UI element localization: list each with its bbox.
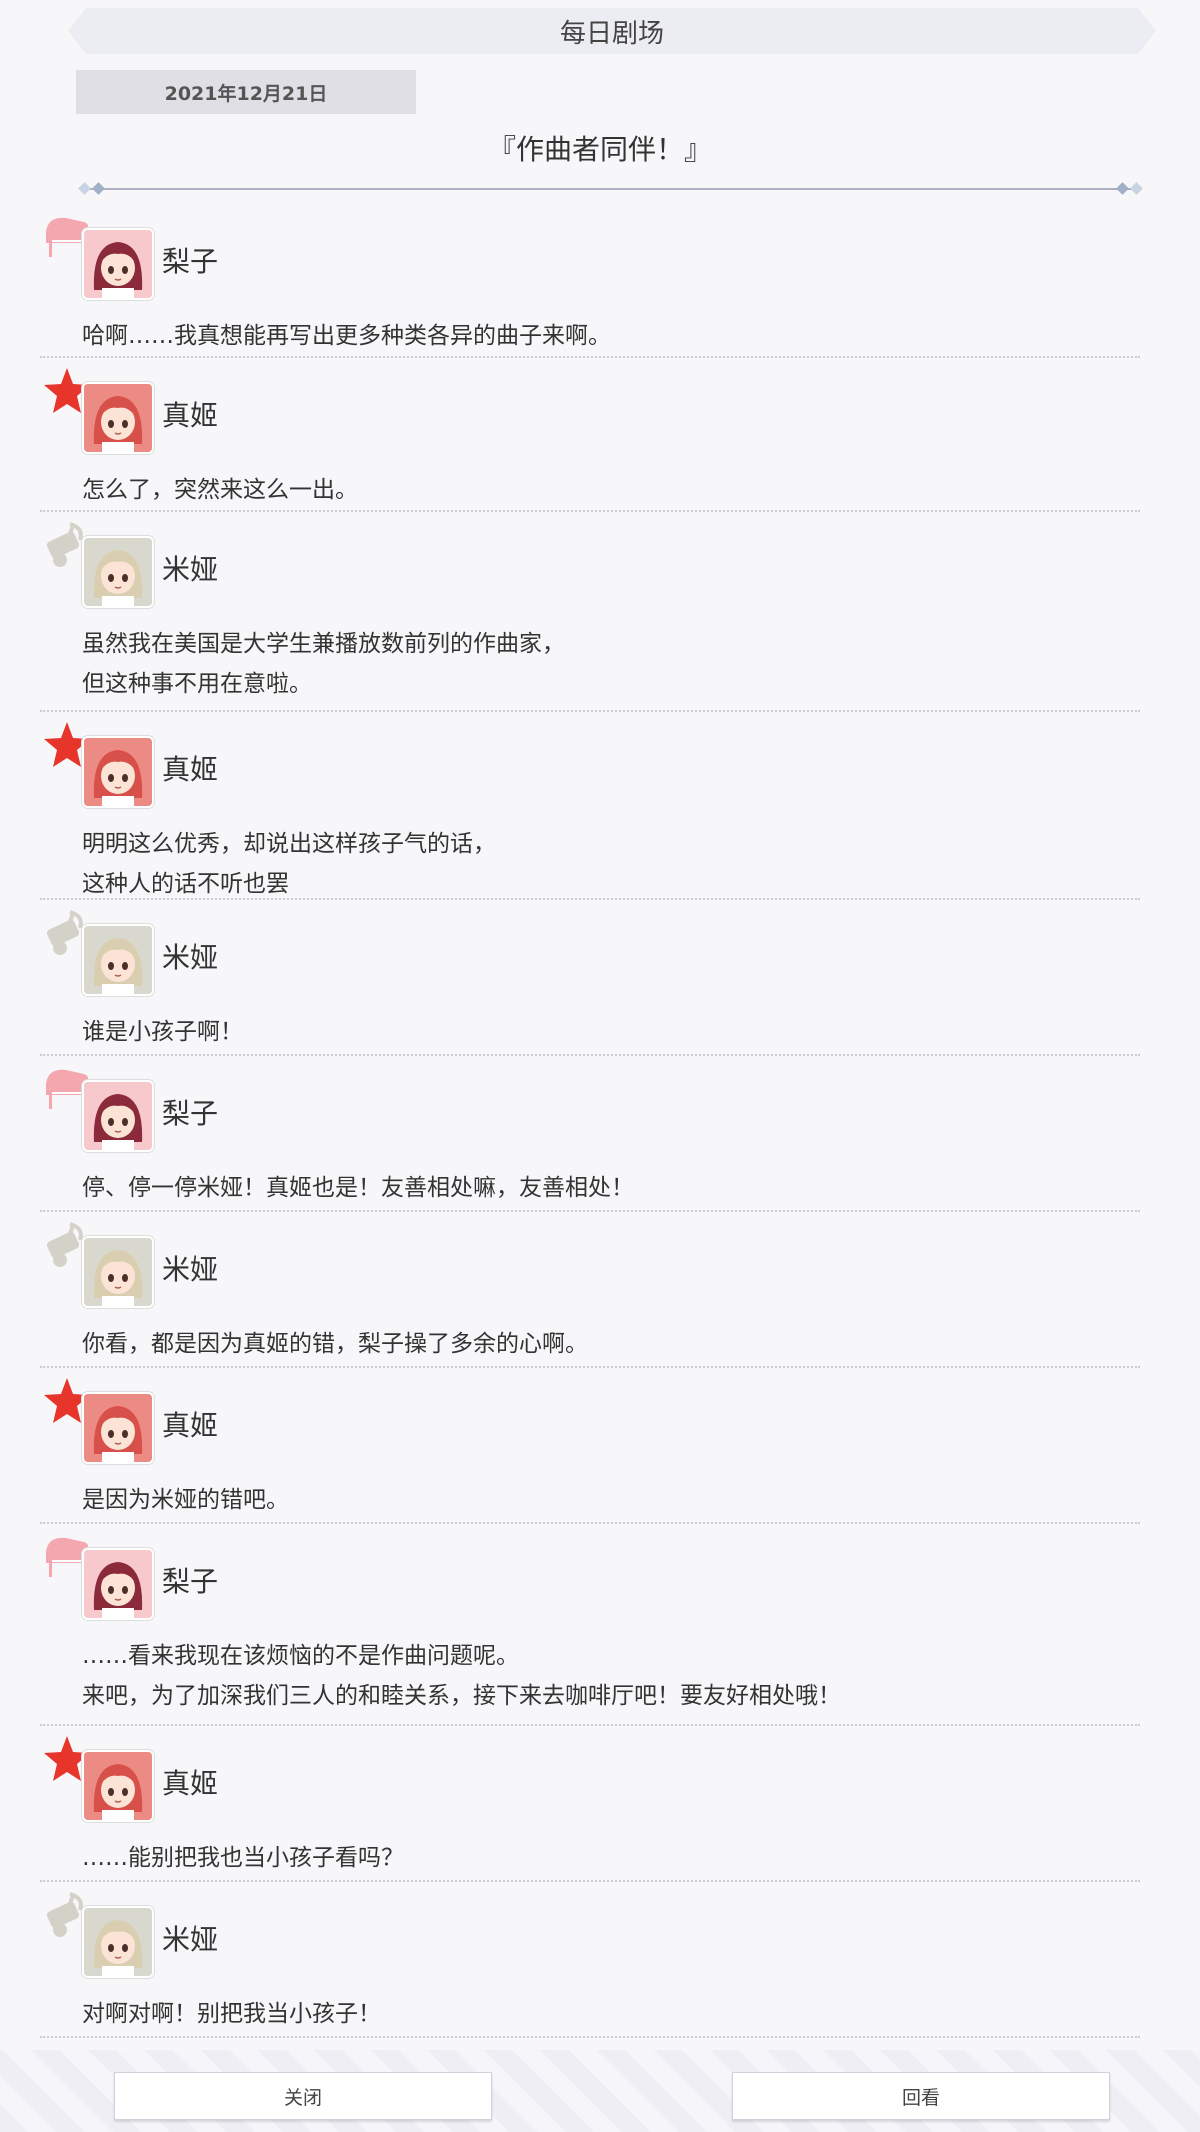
review-button[interactable]: 回看 (732, 2072, 1110, 2120)
avatar (82, 1392, 154, 1464)
divider-diamond-icon (78, 182, 91, 195)
dotted-separator (40, 1210, 1140, 1212)
dotted-separator (40, 898, 1140, 900)
daily-theater-page: 每日剧场 2021年12月21日 『作曲者同伴！』 梨子哈啊……我真想能再写出更… (0, 0, 1200, 2132)
avatar (82, 382, 154, 454)
close-button-label: 关闭 (283, 2086, 322, 2109)
date-badge: 2021年12月21日 (76, 70, 416, 114)
speaker-name: 梨子 (162, 1565, 219, 1598)
dotted-separator (40, 1880, 1140, 1882)
avatar (82, 536, 154, 608)
header-title-bar: 每日剧场 (68, 8, 1156, 54)
avatar (82, 1906, 154, 1978)
dotted-separator (40, 2036, 1140, 2038)
speaker-name: 米娅 (162, 1923, 219, 1956)
speaker-name: 梨子 (162, 1097, 219, 1130)
dialogue-line: 哈啊……我真想能再写出更多种类各异的曲子来啊。 (82, 323, 611, 349)
avatar (82, 1548, 154, 1620)
dotted-separator (40, 1522, 1140, 1524)
speaker-name: 米娅 (162, 941, 219, 974)
avatar (82, 1236, 154, 1308)
dotted-separator (40, 1366, 1140, 1368)
dialogue-line: ……看来我现在该烦恼的不是作曲问题呢。 (82, 1643, 519, 1669)
dialogue-line: 谁是小孩子啊！ (82, 1019, 243, 1045)
dialogue-line: ……能别把我也当小孩子看吗？ (82, 1845, 404, 1871)
avatar (82, 228, 154, 300)
dotted-separator (40, 356, 1140, 358)
dialogue-line: 虽然我在美国是大学生兼播放数前列的作曲家， (82, 631, 565, 657)
divider-diamond-icon (92, 182, 105, 195)
speaker-name: 真姬 (162, 753, 219, 786)
speaker-name: 米娅 (162, 553, 219, 586)
dotted-separator (40, 1724, 1140, 1726)
theater-title: 『作曲者同伴！』 (487, 133, 712, 166)
divider-diamond-icon (1130, 182, 1143, 195)
dialogue-line: 对啊对啊！别把我当小孩子！ (82, 2001, 381, 2027)
speaker-name: 真姬 (162, 1409, 219, 1442)
dialogue-line: 你看，都是因为真姬的错，梨子操了多余的心啊。 (82, 1331, 588, 1357)
divider-diamond-icon (1116, 182, 1129, 195)
avatar (82, 736, 154, 808)
speaker-name: 真姬 (162, 1767, 219, 1800)
dotted-separator (40, 710, 1140, 712)
dotted-separator (40, 1054, 1140, 1056)
date-text: 2021年12月21日 (164, 82, 328, 105)
ornament-divider (80, 188, 1140, 190)
dialogue-line: 这种人的话不听也罢 (82, 871, 289, 897)
dialogue-line: 是因为米娅的错吧。 (82, 1487, 289, 1513)
speaker-name: 梨子 (162, 245, 219, 278)
speaker-name: 米娅 (162, 1253, 219, 1286)
avatar (82, 924, 154, 996)
review-button-label: 回看 (901, 2086, 940, 2109)
dialogue-line: 怎么了，突然来这么一出。 (82, 477, 358, 503)
avatar (82, 1750, 154, 1822)
avatar (82, 1080, 154, 1152)
header-title: 每日剧场 (559, 18, 664, 49)
dialogue-line: 但这种事不用在意啦。 (82, 671, 312, 697)
dotted-separator (40, 510, 1140, 512)
dialogue-line: 来吧，为了加深我们三人的和睦关系，接下来去咖啡厅吧！要友好相处哦！ (82, 1683, 841, 1709)
close-button[interactable]: 关闭 (114, 2072, 492, 2120)
dialogue-line: 停、停一停米娅！真姬也是！友善相处嘛，友善相处！ (82, 1175, 634, 1201)
dialogue-line: 明明这么优秀，却说出这样孩子气的话， (82, 831, 496, 857)
speaker-name: 真姬 (162, 399, 219, 432)
